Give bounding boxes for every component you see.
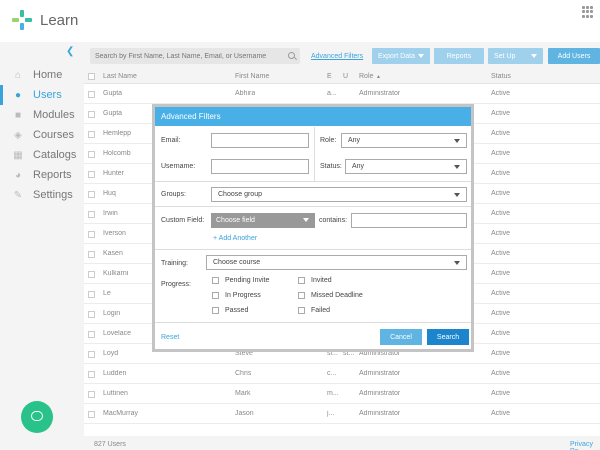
user-icon: ● (14, 89, 22, 101)
courses-icon: ◈ (14, 129, 22, 141)
cancel-label: Cancel (390, 333, 412, 341)
set-up-button[interactable]: Set Up (488, 48, 543, 64)
progress-label: Progress: (161, 281, 191, 288)
add-users-button[interactable]: Add Users (548, 48, 600, 64)
sidebar-item-label: Settings (33, 189, 73, 201)
pie-chart-icon: ◕ (14, 169, 22, 181)
search-input[interactable] (90, 48, 300, 64)
groups-select[interactable]: Choose group (211, 187, 467, 202)
cube-icon: ■ (14, 109, 22, 121)
add-another-link[interactable]: + Add Another (213, 235, 257, 242)
role-label: Role: (320, 137, 337, 144)
custom-field-label: Custom Field: (161, 217, 205, 224)
divider (155, 249, 471, 250)
advanced-filters-link[interactable]: Advanced Filters (311, 53, 363, 60)
passed-label: Passed (225, 307, 249, 314)
home-icon: ⌂ (14, 69, 22, 81)
email-field[interactable] (211, 133, 309, 148)
dialog-title: Advanced Filters (161, 112, 221, 121)
apps-grid-icon[interactable] (582, 6, 594, 18)
email-label: Email: (161, 137, 181, 144)
caret-down-icon (531, 54, 537, 58)
missed-deadline-checkbox[interactable] (298, 292, 305, 299)
caret-down-icon (454, 165, 460, 169)
chevron-left-icon[interactable]: ❮ (66, 46, 74, 57)
caret-down-icon (454, 261, 460, 265)
grid-icon: ▦ (13, 149, 23, 161)
sidebar-item-label: Modules (33, 109, 75, 121)
divider (155, 206, 471, 207)
pending-invite-checkbox[interactable] (212, 277, 219, 284)
wrench-icon: ✎ (13, 189, 23, 201)
status-select[interactable]: Any (345, 159, 467, 174)
divider (155, 181, 471, 182)
sidebar-item-settings[interactable]: ✎ Settings (0, 185, 84, 205)
contains-label: contains: (319, 217, 348, 224)
custom-field-select[interactable]: Choose field (211, 213, 315, 228)
toolbar: Advanced Filters Export Data Reports Set… (84, 42, 600, 70)
logo-icon (12, 10, 32, 30)
app-root: Learn ❮ ⌂ Home ● Users ■ Modules ◈ Cours… (0, 0, 600, 450)
chat-bubble-icon (31, 411, 43, 421)
sidebar-item-home[interactable]: ⌂ Home (0, 65, 84, 85)
failed-checkbox[interactable] (298, 307, 305, 314)
app-title: Learn (40, 12, 79, 29)
sidebar-item-label: Users (33, 89, 62, 101)
reports-label: Reports (446, 52, 472, 60)
training-value: Choose course (213, 259, 261, 266)
groups-value: Choose group (218, 191, 262, 198)
sidebar: ❮ ⌂ Home ● Users ■ Modules ◈ Courses ▦ C… (0, 42, 84, 450)
reports-button[interactable]: Reports (434, 48, 484, 64)
passed-checkbox[interactable] (212, 307, 219, 314)
username-field[interactable] (211, 159, 309, 174)
sidebar-item-label: Home (33, 69, 63, 81)
search-label: Search (436, 333, 460, 341)
status-label: Status: (320, 163, 342, 170)
sidebar-item-reports[interactable]: ◕ Reports (0, 165, 84, 185)
add-users-label: Add Users (557, 52, 591, 60)
sidebar-item-label: Catalogs (33, 149, 77, 161)
in-progress-label: In Progress (225, 292, 261, 299)
role-select[interactable]: Any (341, 133, 467, 148)
failed-label: Failed (311, 307, 331, 314)
active-indicator (0, 85, 3, 105)
missed-deadline-label: Missed Deadline (311, 292, 363, 299)
sidebar-item-catalogs[interactable]: ▦ Catalogs (0, 145, 84, 165)
divider (314, 127, 315, 181)
groups-label: Groups: (161, 191, 186, 198)
sidebar-item-courses[interactable]: ◈ Courses (0, 125, 84, 145)
export-data-button[interactable]: Export Data (372, 48, 430, 64)
export-data-label: Export Data (378, 52, 415, 60)
status-value: Any (352, 163, 365, 170)
set-up-label: Set Up (494, 52, 516, 60)
top-bar: Learn (0, 0, 600, 42)
cancel-button[interactable]: Cancel (380, 329, 422, 345)
contains-field[interactable] (351, 213, 467, 228)
caret-down-icon (418, 54, 424, 58)
role-value: Any (348, 137, 361, 144)
sidebar-item-users[interactable]: ● Users (0, 85, 84, 105)
sidebar-item-label: Courses (33, 129, 74, 141)
search-icon[interactable] (288, 52, 295, 59)
chat-button[interactable] (21, 401, 53, 433)
pending-invite-label: Pending Invite (225, 277, 270, 284)
invited-checkbox[interactable] (298, 277, 305, 284)
reset-link[interactable]: Reset (161, 334, 179, 341)
search-button[interactable]: Search (427, 329, 469, 345)
invited-label: Invited (311, 277, 332, 284)
sidebar-item-label: Reports (33, 169, 72, 181)
advanced-filters-dialog: Advanced Filters Email: Role: Any Userna… (152, 104, 474, 352)
sidebar-item-modules[interactable]: ■ Modules (0, 105, 84, 125)
dialog-header: Advanced Filters (155, 107, 471, 126)
training-select[interactable]: Choose course (206, 255, 467, 270)
divider (155, 322, 471, 323)
training-label: Training: (161, 260, 188, 267)
caret-down-icon (454, 193, 460, 197)
caret-down-icon (303, 218, 309, 222)
custom-field-value: Choose field (216, 217, 255, 224)
caret-down-icon (454, 139, 460, 143)
username-label: Username: (161, 163, 196, 170)
in-progress-checkbox[interactable] (212, 292, 219, 299)
